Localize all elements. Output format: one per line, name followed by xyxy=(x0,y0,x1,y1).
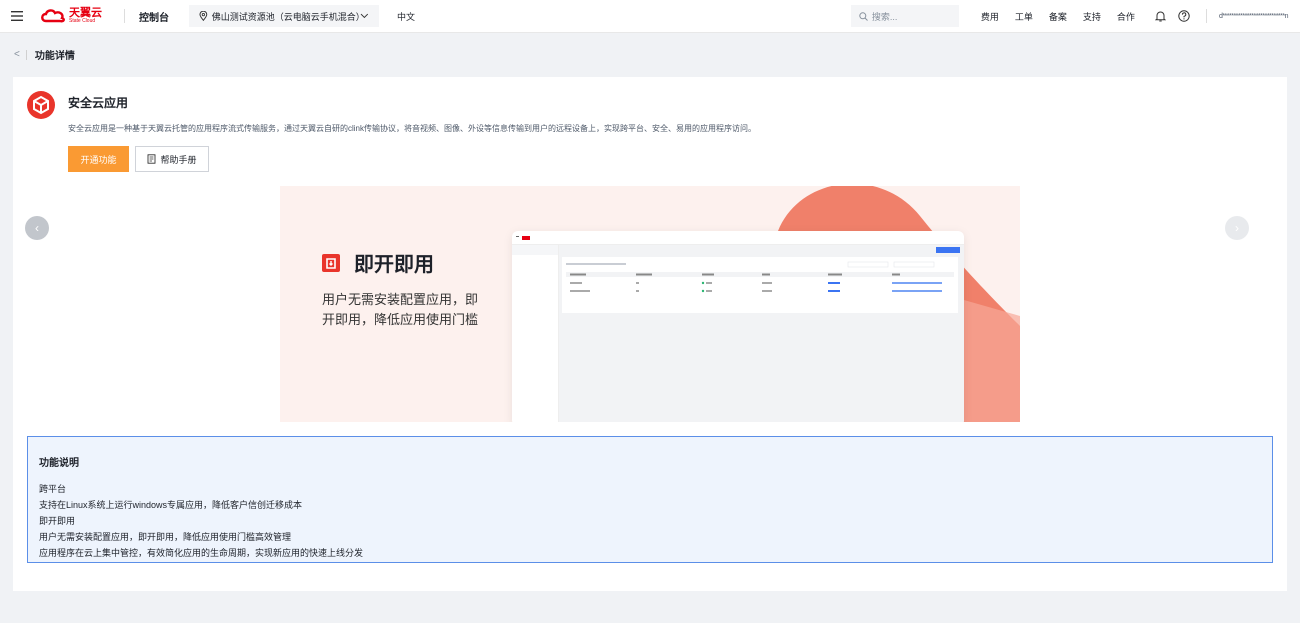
user-account[interactable]: d****************************n xyxy=(1219,13,1289,20)
illustration-sidebar xyxy=(512,245,559,422)
product-description: 安全云应用是一种基于天翼云托管的应用程序流式传输服务，通过天翼云自研的clink… xyxy=(68,124,756,133)
region-label: 佛山测试资源池（云电脑云手机混合） xyxy=(211,11,365,22)
nav-tickets[interactable]: 工单 xyxy=(1015,10,1033,23)
feature-description-box: 功能说明 跨平台 支持在Linux系统上运行windows专属应用，降低客户信创… xyxy=(27,436,1273,563)
product-name: 安全云应用 xyxy=(68,96,129,110)
carousel-prev-button[interactable]: ‹ xyxy=(25,216,49,240)
feature-line: 支持在Linux系统上运行windows专属应用，降低客户信创迁移成本 xyxy=(39,500,303,510)
activate-feature-button[interactable]: 开通功能 xyxy=(68,146,129,172)
top-navigation-bar: 天翼云 State Cloud 控制台 佛山测试资源池（云电脑云手机混合） 中文… xyxy=(0,0,1300,33)
search-icon xyxy=(859,11,868,21)
help-manual-label: 帮助手册 xyxy=(160,154,197,165)
app-launch-icon xyxy=(322,253,340,272)
slide-title: 即开即用 xyxy=(354,254,434,276)
feature-line: 用户无需安装配置应用，即开即用，降低应用使用门槛高效管理 xyxy=(39,532,292,542)
nav-partners[interactable]: 合作 xyxy=(1117,10,1135,23)
logo-english-text: State Cloud xyxy=(69,18,96,24)
chevron-left-icon: ‹ xyxy=(35,221,39,235)
console-screenshot-illustration xyxy=(512,231,964,422)
carousel-next-button[interactable]: › xyxy=(1225,216,1249,240)
page-title: 功能详情 xyxy=(34,51,75,62)
feature-detail-card: 安全云应用 安全云应用是一种基于天翼云托管的应用程序流式传输服务，通过天翼云自研… xyxy=(13,77,1287,591)
divider xyxy=(25,49,27,60)
slide-description: 用户无需安装配置应用，即开即用，降低应用使用门槛 xyxy=(322,292,479,327)
feature-line: 即开即用 xyxy=(39,516,76,526)
region-selector[interactable]: 佛山测试资源池（云电脑云手机混合） xyxy=(189,5,379,27)
bell-icon[interactable] xyxy=(1154,10,1166,22)
feature-carousel: 即开即用 用户无需安装配置应用，即开即用，降低应用使用门槛 xyxy=(280,186,1020,422)
language-switch[interactable]: 中文 xyxy=(397,10,415,23)
feature-description-heading: 功能说明 xyxy=(39,458,79,469)
help-manual-button[interactable]: 帮助手册 xyxy=(135,146,209,172)
illustration-main xyxy=(559,245,964,422)
nav-filing[interactable]: 备案 xyxy=(1049,10,1067,23)
back-icon[interactable]: < xyxy=(14,49,20,60)
illustration-topbar xyxy=(512,231,964,245)
nav-support[interactable]: 支持 xyxy=(1083,10,1101,23)
divider xyxy=(1205,9,1207,23)
cube-product-icon xyxy=(27,91,55,119)
feature-line: 跨平台 xyxy=(39,484,67,494)
location-pin-icon xyxy=(199,11,208,21)
help-icon[interactable] xyxy=(1178,10,1190,22)
feature-description-list: 跨平台 支持在Linux系统上运行windows专属应用，降低客户信创迁移成本 … xyxy=(39,481,363,561)
chevron-down-icon xyxy=(360,13,369,19)
brand-logo[interactable]: 天翼云 State Cloud xyxy=(40,8,112,24)
breadcrumb: < 功能详情 xyxy=(14,47,75,62)
console-link[interactable]: 控制台 xyxy=(139,9,169,24)
nav-billing[interactable]: 费用 xyxy=(981,10,999,23)
document-icon xyxy=(148,154,156,164)
search-input[interactable]: 搜索... xyxy=(850,5,959,27)
divider xyxy=(124,9,125,23)
chevron-right-icon: › xyxy=(1235,221,1239,235)
menu-icon[interactable] xyxy=(0,0,34,33)
feature-line: 应用程序在云上集中管控，有效简化应用的生命周期，实现新应用的快速上线分发 xyxy=(39,548,364,558)
cloud-logo-icon xyxy=(41,9,65,23)
search-placeholder: 搜索... xyxy=(871,11,898,22)
